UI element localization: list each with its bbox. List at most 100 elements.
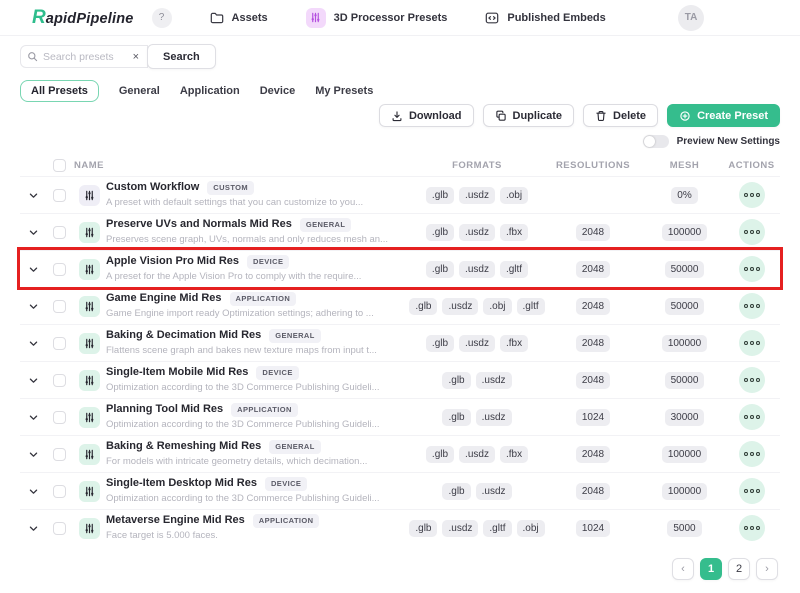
select-all-checkbox[interactable] [52,158,66,172]
row-expand-chevron[interactable] [20,523,46,534]
pagination: ‹ 1 2 › [20,558,780,580]
preset-name[interactable]: Custom Workflow [106,181,199,195]
create-preset-button[interactable]: Create Preset [667,104,780,127]
row-checkbox[interactable] [52,336,66,350]
format-chip: .glb [425,334,455,352]
formats-cell: .glb .usdz .fbx [414,445,540,463]
tab-general[interactable]: General [119,85,160,97]
ellipsis-icon [749,452,754,456]
preset-sliders-icon [78,258,100,280]
rapidpipeline-logo[interactable]: RapidPipeline [32,8,134,27]
row-actions-button[interactable] [738,293,765,319]
preset-name[interactable]: Planning Tool Mid Res [106,403,223,417]
preset-name[interactable]: Metaverse Engine Mid Res [106,514,245,528]
tab-all-presets[interactable]: All Presets [20,80,99,102]
format-chip: .glb [425,186,455,204]
row-expand-chevron[interactable] [20,412,46,423]
duplicate-button[interactable]: Duplicate [482,104,575,127]
clear-icon[interactable]: × [131,51,141,63]
delete-button[interactable]: Delete [583,104,659,127]
row-expand-chevron[interactable] [20,486,46,497]
preset-name[interactable]: Baking & Remeshing Mid Res [106,440,261,454]
preset-description: Flattens scene graph and bakes new textu… [106,344,377,356]
search-button[interactable]: Search [147,44,216,69]
row-expand-chevron[interactable] [20,190,46,201]
row-expand-chevron[interactable] [20,449,46,460]
pagination-next-button[interactable]: › [756,558,778,580]
pagination-page-2[interactable]: 2 [728,558,750,580]
preset-description: For models with intricate geometry detai… [106,455,368,467]
pagination-page-1[interactable]: 1 [700,558,722,580]
row-expand-chevron[interactable] [20,227,46,238]
preset-name[interactable]: Game Engine Mid Res [106,292,222,306]
preset-description: Face target is 5.000 faces. [106,529,218,541]
ellipsis-icon [749,378,754,382]
format-chip: .glb [442,408,471,426]
row-checkbox[interactable] [52,262,66,276]
row-checkbox[interactable] [52,484,66,498]
row-actions-button[interactable] [738,330,765,356]
row-expand-chevron[interactable] [20,264,46,275]
formats-cell: .glb .usdz [414,482,540,500]
resolution-value: 1024 [575,519,611,537]
preset-name[interactable]: Single-Item Mobile Mid Res [106,366,248,380]
row-checkbox[interactable] [52,299,66,313]
pagination-prev-button[interactable]: ‹ [672,558,694,580]
row-checkbox[interactable] [52,447,66,461]
row-actions-button[interactable] [738,256,765,282]
row-checkbox[interactable] [52,521,66,535]
row-checkbox[interactable] [52,225,66,239]
row-expand-chevron[interactable] [20,338,46,349]
preview-new-settings-toggle[interactable] [642,135,669,148]
help-button[interactable]: ? [151,7,172,28]
ellipsis-icon [749,304,754,308]
ellipsis-icon [743,489,748,493]
preset-sliders-icon [78,517,100,539]
row-checkbox[interactable] [52,373,66,387]
preset-sliders-icon [78,443,100,465]
mesh-value: 100000 [661,334,708,352]
formats-cell: .glb .usdz [414,371,540,389]
row-actions-button[interactable] [738,367,765,393]
mesh-value: 50000 [664,297,705,315]
logo-text: apidPipeline [45,11,134,27]
row-actions-button[interactable] [738,478,765,504]
format-chip: .gltf [483,519,512,537]
download-button[interactable]: Download [378,104,474,127]
nav-item-published-embeds[interactable]: Published Embeds [485,11,606,25]
ellipsis-icon [743,230,748,234]
row-expand-chevron[interactable] [20,301,46,312]
user-avatar[interactable]: TA [678,4,704,31]
preset-name[interactable]: Preserve UVs and Normals Mid Res [106,218,292,232]
search-input[interactable] [43,50,121,63]
format-chip: .glb [442,482,471,500]
ellipsis-icon [755,378,760,382]
tab-my-presets[interactable]: My Presets [315,85,373,97]
row-actions-button[interactable] [738,219,765,245]
nav-item-assets[interactable]: Assets [210,11,268,25]
format-chip: .glb [409,297,438,315]
preset-category-tag: GENERAL [299,218,352,232]
duplicate-icon [495,110,507,122]
preset-name[interactable]: Baking & Decimation Mid Res [106,329,261,343]
row-expand-chevron[interactable] [20,375,46,386]
row-checkbox[interactable] [52,188,66,202]
mesh-value: 0% [671,186,698,204]
row-actions-button[interactable] [738,515,765,541]
duplicate-label: Duplicate [512,109,563,122]
ellipsis-icon [743,452,748,456]
format-chip: .usdz [459,223,495,241]
formats-cell: .glb .usdz [414,408,540,426]
row-actions-button[interactable] [738,404,765,430]
nav-item-3d-processor-presets[interactable]: 3D Processor Presets [305,7,447,28]
row-checkbox[interactable] [52,410,66,424]
nav-label: Published Embeds [507,11,606,24]
tab-application[interactable]: Application [180,85,240,97]
preset-name[interactable]: Apple Vision Pro Mid Res [106,255,239,269]
preset-name[interactable]: Single-Item Desktop Mid Res [106,477,257,491]
tab-device[interactable]: Device [260,85,295,97]
preset-description: Optimization according to the 3D Commerc… [106,492,380,504]
row-actions-button[interactable] [738,441,765,467]
row-actions-button[interactable] [738,182,765,208]
format-chip: .glb [425,445,455,463]
